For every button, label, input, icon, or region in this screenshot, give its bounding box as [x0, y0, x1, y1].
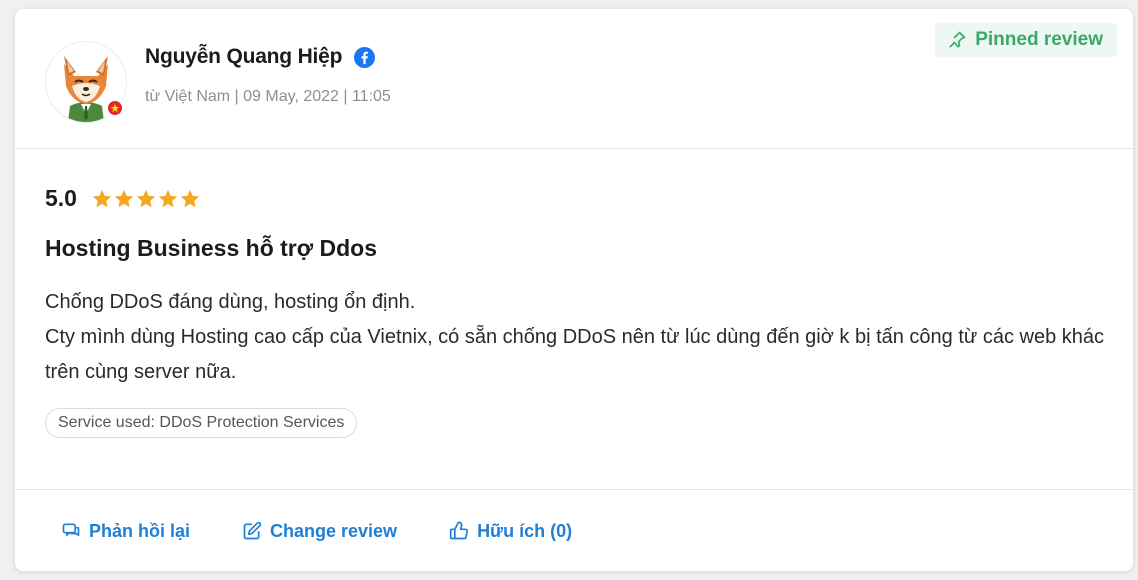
star-icon [179, 188, 201, 210]
review-line: Chống DDoS đáng dùng, hosting ổn định. [45, 291, 416, 313]
review-header: Nguyễn Quang Hiệp từ Việt Nam | 09 May, … [15, 9, 1133, 149]
service-used-tag: Service used: DDoS Protection Services [45, 408, 358, 438]
helpful-label: Hữu ích (0) [477, 520, 573, 541]
change-review-label: Change review [270, 520, 398, 541]
reply-button[interactable]: Phản hồi lại [61, 521, 190, 542]
review-body: 5.0 Hosting Business hỗ trợ Ddos Chống D… [15, 149, 1133, 490]
rating-score: 5.0 [45, 185, 77, 211]
star-icon [157, 188, 179, 210]
vietnam-flag-icon [106, 99, 124, 117]
review-actions: Phản hồi lại Change review Hữu ích (0) [15, 490, 1133, 572]
review-title: Hosting Business hỗ trợ Ddos [45, 235, 377, 261]
pin-icon [949, 31, 966, 48]
review-line: Cty mình dùng Hosting cao cấp của Vietni… [45, 326, 1105, 383]
star-icon [91, 188, 113, 210]
star-icon [113, 188, 135, 210]
review-content: Chống DDoS đáng dùng, hosting ổn định. C… [45, 285, 1105, 390]
reply-label: Phản hồi lại [89, 520, 191, 541]
facebook-icon[interactable] [354, 46, 376, 68]
reviewer-name: Nguyễn Quang Hiệp [145, 45, 343, 68]
chat-icon [62, 523, 80, 536]
change-review-button[interactable]: Change review [242, 521, 397, 542]
helpful-button[interactable]: Hữu ích (0) [449, 521, 572, 542]
rating-row: 5.0 [45, 185, 201, 212]
pinned-review-label: Pinned review [975, 29, 1103, 50]
pinned-review-badge: Pinned review [935, 23, 1117, 57]
rating-stars [91, 188, 201, 210]
star-icon [135, 188, 157, 210]
review-meta: từ Việt Nam | 09 May, 2022 | 11:05 [145, 88, 391, 105]
thumbs-up-icon [449, 521, 469, 540]
edit-icon [243, 521, 262, 540]
reviewer-name-row: Nguyễn Quang Hiệp [145, 45, 376, 69]
review-card: Nguyễn Quang Hiệp từ Việt Nam | 09 May, … [15, 9, 1133, 571]
